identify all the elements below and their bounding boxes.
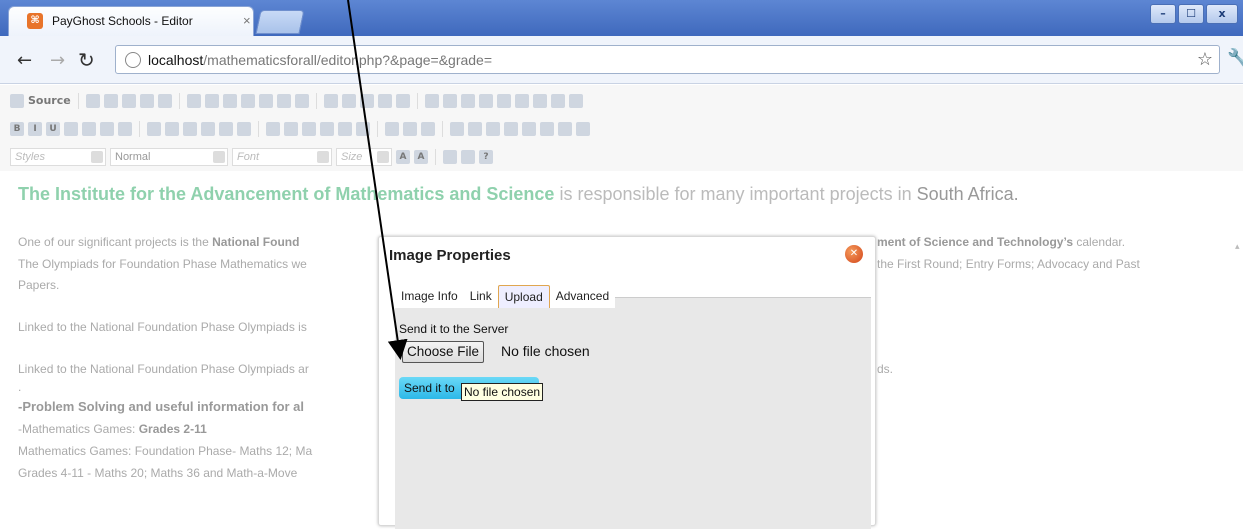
annotation-arrow: [347, 0, 408, 360]
